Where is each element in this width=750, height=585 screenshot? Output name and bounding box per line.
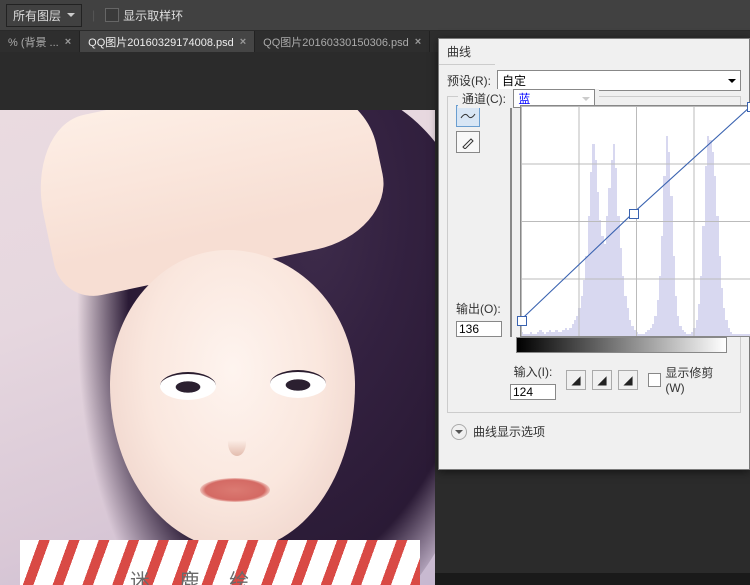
close-icon[interactable]: ×: [415, 36, 421, 48]
checkbox-icon: [105, 8, 119, 22]
document-tab[interactable]: % (背景 ... ×: [0, 31, 80, 53]
tab-label: QQ图片20160330150306.psd: [263, 34, 409, 50]
layer-scope-dropdown[interactable]: 所有图层: [6, 4, 82, 27]
tab-label: QQ图片20160329174008.psd: [88, 34, 234, 50]
curve-draw-tool[interactable]: [456, 131, 480, 153]
wave-icon: [460, 110, 476, 122]
preset-value: 自定: [502, 72, 526, 89]
illustration-eye: [270, 370, 326, 398]
document-tab[interactable]: QQ图片20160330150306.psd ×: [255, 31, 430, 53]
eyedropper-white-icon[interactable]: ◢: [618, 370, 638, 390]
curves-panel[interactable]: 曲线 预设(R): 自定 通道(C): 蓝: [438, 38, 750, 470]
input-gradient-strip: [516, 337, 727, 353]
preset-label: 预设(R):: [447, 72, 491, 89]
toolbar-separator: |: [92, 8, 95, 22]
watermark-main: 迷 鹿 绘: [130, 571, 261, 585]
display-options-label: 曲线显示选项: [473, 423, 737, 440]
layer-scope-label: 所有图层: [13, 7, 61, 24]
illustration-eye: [160, 372, 216, 400]
output-gradient-strip: [510, 105, 512, 337]
panel-tab-curves[interactable]: 曲线: [439, 39, 495, 65]
close-icon[interactable]: ×: [240, 36, 246, 48]
curve-line[interactable]: [521, 106, 750, 336]
checkbox-icon: [648, 373, 661, 387]
sample-ring-label: 显示取样环: [123, 7, 183, 24]
curve-point-tool[interactable]: [456, 105, 480, 127]
tab-label: % (背景 ...: [8, 34, 59, 50]
curves-graph[interactable]: [520, 105, 750, 337]
watermark: 迷 鹿 绘 Milu Painting: [130, 565, 271, 585]
panel-title: 曲线: [447, 45, 471, 59]
input-label: 输入(I):: [514, 363, 553, 380]
show-clipping-checkbox[interactable]: 显示修剪 (W): [648, 364, 732, 395]
chevron-down-icon: [728, 79, 736, 83]
eyedropper-black-icon[interactable]: ◢: [566, 370, 586, 390]
curve-handle[interactable]: [629, 209, 639, 219]
close-icon[interactable]: ×: [65, 36, 71, 48]
output-label: 输出(O):: [456, 300, 501, 317]
preset-select[interactable]: 自定: [497, 70, 741, 91]
input-field[interactable]: [510, 384, 556, 400]
show-clipping-label: 显示修剪 (W): [665, 364, 732, 395]
chevron-down-icon: [582, 97, 590, 101]
document-tab[interactable]: QQ图片20160329174008.psd ×: [80, 31, 255, 53]
sample-ring-checkbox[interactable]: 显示取样环: [105, 7, 183, 24]
eyedropper-gray-icon[interactable]: ◢: [592, 370, 612, 390]
document-canvas[interactable]: 迷 鹿 绘 Milu Painting: [0, 110, 435, 585]
output-field[interactable]: [456, 321, 502, 337]
curve-handle[interactable]: [517, 316, 527, 326]
illustration-mouth: [200, 478, 270, 502]
expand-options-button[interactable]: [451, 424, 467, 440]
pencil-icon: [461, 135, 475, 149]
chevron-down-icon: [455, 430, 463, 434]
chevron-down-icon: [67, 13, 75, 17]
illustration-nose: [228, 430, 246, 456]
